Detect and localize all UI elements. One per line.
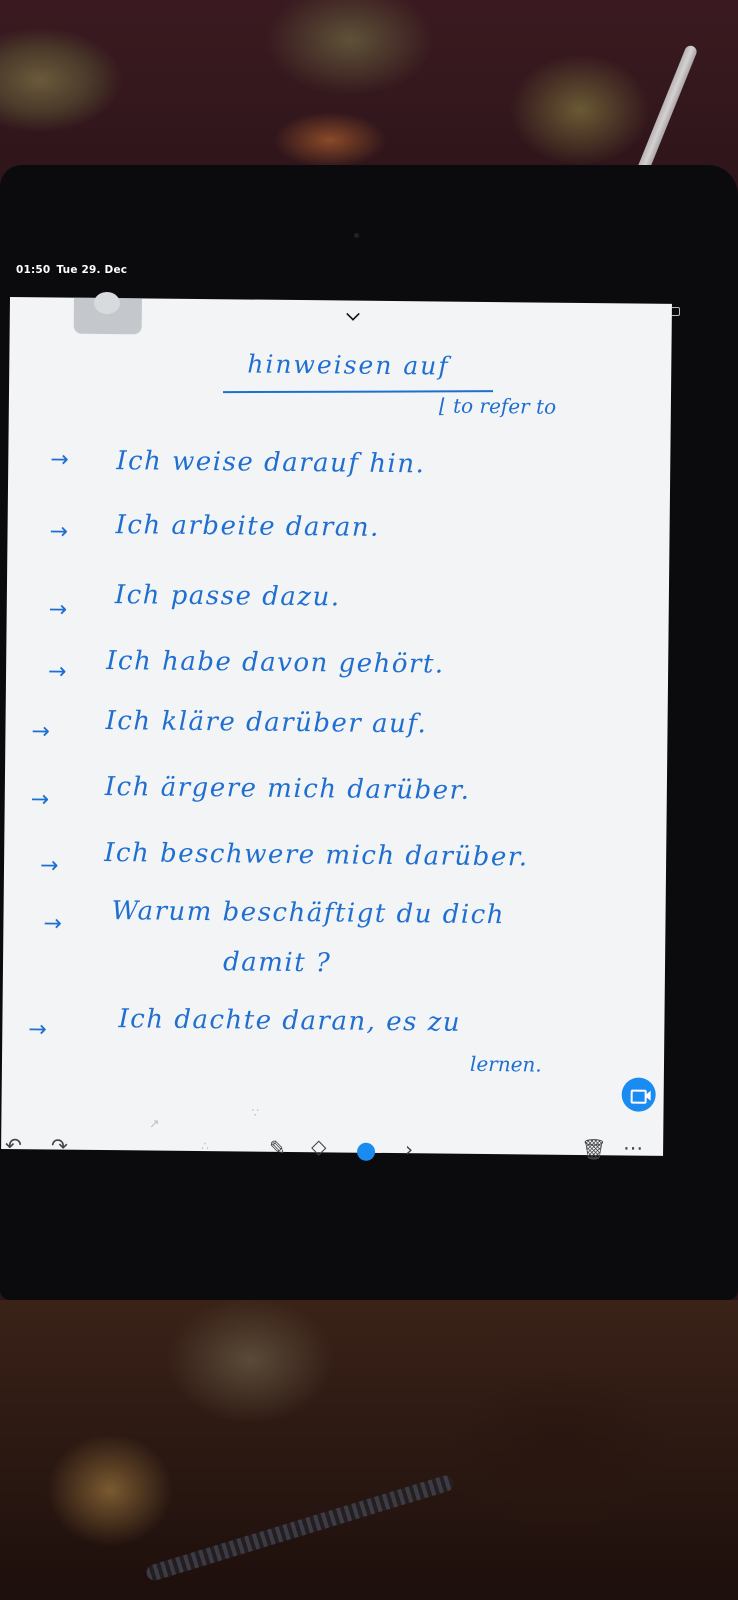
note-line-7: Ich beschwere mich darüber.	[104, 838, 529, 873]
bullet-arrow: →	[39, 853, 59, 879]
eraser-icon[interactable]: ◇	[311, 1134, 327, 1158]
note-translation: ⌊ to refer to	[438, 393, 557, 419]
note-line-8b: damit ?	[222, 947, 332, 979]
undo-icon[interactable]: ↶	[5, 1133, 22, 1157]
bullet-arrow: →	[48, 597, 68, 623]
note-line-4: Ich habe davon gehört.	[106, 646, 445, 680]
bullet-arrow: →	[31, 719, 51, 745]
note-title: hinweisen auf	[247, 349, 450, 381]
handle-knob	[93, 291, 121, 315]
bullet-arrow: →	[43, 911, 63, 937]
color-picker-dot[interactable]	[356, 1142, 376, 1161]
video-lens-shape	[644, 1090, 651, 1101]
bullet-arrow: →	[28, 1017, 47, 1043]
bullet-arrow: →	[30, 787, 50, 813]
video-record-button[interactable]	[621, 1077, 656, 1112]
bullet-arrow: →	[50, 447, 69, 473]
pen-icon[interactable]: ✎	[269, 1136, 286, 1160]
note-line-9: Ich dachte daran, es zu	[118, 1004, 462, 1038]
note-line-8: Warum beschäftigt du dich	[111, 896, 506, 931]
photo-background-bottom	[0, 1300, 738, 1600]
note-line-3: Ich passe dazu.	[114, 580, 341, 613]
stray-mark: ∵	[251, 1105, 260, 1120]
bullet-arrow: →	[49, 519, 69, 545]
notes-canvas[interactable]: hinweisen auf ⌊ to refer to → Ich weise …	[1, 291, 672, 1161]
tablet-frame: 01:50Tue 29. Dec ◈ 4% hinweisen auf ⌊ to…	[0, 165, 738, 1300]
note-line-9b: lernen.	[469, 1051, 542, 1077]
stray-mark: ∴	[201, 1139, 209, 1154]
trash-icon[interactable]: 🗑	[581, 1137, 607, 1161]
note-line-6: Ich ärgere mich darüber.	[104, 772, 471, 806]
note-line-2: Ich arbeite daran.	[115, 510, 381, 543]
more-icon[interactable]: ⋯	[623, 1135, 643, 1159]
next-chevron-icon[interactable]: ›	[405, 1137, 413, 1161]
front-camera	[354, 233, 359, 238]
bullet-arrow: →	[47, 659, 67, 685]
note-line-1: Ich weise darauf hin.	[116, 446, 426, 480]
status-date: Tue 29. Dec	[56, 264, 128, 276]
status-bar-time: 01:50 Tue 29. Dec	[16, 264, 127, 276]
stray-mark: ↗	[149, 1116, 160, 1131]
note-line-5: Ich kläre darüber auf.	[105, 706, 428, 740]
status-time: 01:50	[16, 264, 51, 276]
redo-icon[interactable]: ↷	[51, 1133, 68, 1157]
